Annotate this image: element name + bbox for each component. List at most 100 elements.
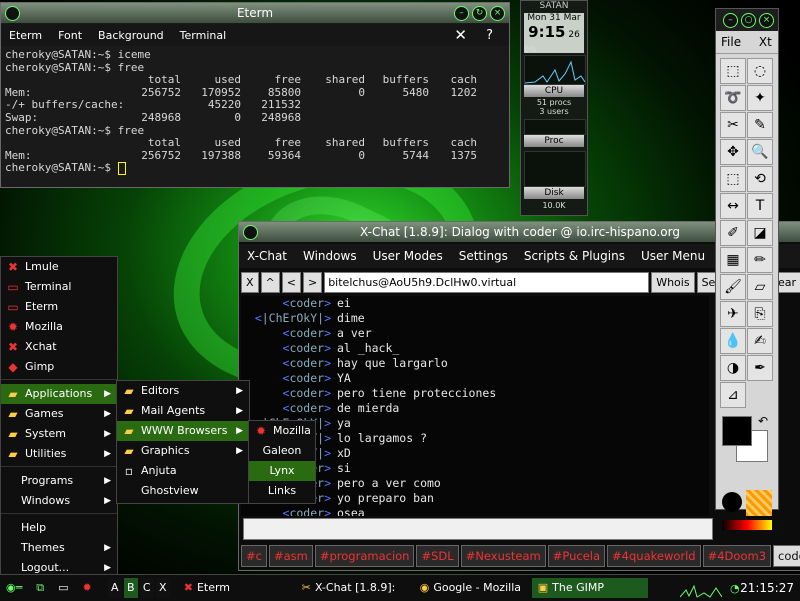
ink-tool-icon[interactable]: ✒	[747, 355, 773, 381]
menu-item-themes[interactable]: Themes ▶	[1, 538, 117, 558]
menu-item[interactable]: ✖ Lmule	[1, 257, 117, 277]
close-icon[interactable]: ✕	[446, 26, 475, 44]
brush-pattern-gradient[interactable]	[720, 490, 774, 530]
maximize-icon[interactable]: ↻	[472, 6, 487, 21]
xchat-menu-windows[interactable]: Windows	[295, 249, 365, 263]
xchat-menu-xchat[interactable]: X-Chat	[239, 249, 295, 263]
maximize-icon[interactable]: ○	[741, 13, 756, 28]
channel-tab[interactable]: #Nexusteam	[460, 545, 546, 567]
browser-item[interactable]: Lynx	[249, 461, 315, 481]
flip-tool-icon[interactable]: ↔	[720, 193, 746, 219]
terminal-output[interactable]: cheroky@SATAN:~$ iceme cheroky@SATAN:~$ f…	[5, 48, 505, 185]
menu-item[interactable]: ◆ Gimp	[1, 357, 117, 377]
channel-tab[interactable]: #programacion	[314, 545, 415, 567]
applications-item[interactable]: Ghostview	[117, 481, 249, 501]
start-button[interactable]: ◉═	[0, 578, 28, 598]
browser-item[interactable]: ✹ Mozilla	[249, 421, 315, 441]
workspace-button[interactable]: A	[107, 578, 122, 598]
eterm-menu-font[interactable]: Font	[50, 29, 90, 42]
task-button[interactable]: ✖ Eterm	[178, 578, 294, 598]
pattern-preview[interactable]	[746, 490, 772, 516]
paintbrush-tool-icon[interactable]: 🖌	[720, 274, 746, 300]
menu-item[interactable]: ✖ Xchat	[1, 337, 117, 357]
cpu-button[interactable]: CPU	[524, 85, 584, 97]
workspace-button[interactable]: C	[139, 578, 154, 598]
close-icon[interactable]: ×	[759, 13, 774, 28]
eterm-window[interactable]: Eterm – ↻ × Eterm Font Background Termin…	[0, 2, 510, 188]
browser-item[interactable]: Galeon	[249, 441, 315, 461]
applications-item[interactable]: ▫ Anjuta	[117, 461, 249, 481]
pencil-tool-icon[interactable]: ✏	[747, 247, 773, 273]
window-menu-icon[interactable]	[5, 6, 20, 21]
task-button[interactable]: ✂ X-Chat [1.8.9]:	[296, 578, 412, 598]
task-button[interactable]: ◉ Google - Mozilla	[414, 578, 530, 598]
terminal-launcher[interactable]: ▭	[52, 578, 74, 598]
menu-item-applications[interactable]: ▰ Applications ▶	[1, 384, 117, 404]
eterm-menu-terminal[interactable]: Terminal	[172, 29, 235, 42]
gradient-preview[interactable]	[722, 520, 772, 530]
crop-tool-icon[interactable]: ⬚	[720, 166, 746, 192]
menu-item-games[interactable]: ▰ Games ▶	[1, 404, 117, 424]
lasso-tool-icon[interactable]: ➰	[720, 85, 746, 111]
measure-tool-icon[interactable]: ⊿	[720, 382, 746, 408]
magic-wand-tool-icon[interactable]: ✦	[747, 85, 773, 111]
zoom-tool-icon[interactable]: 🔍	[747, 139, 773, 165]
gimp-titlebar[interactable]: – ○ ×	[716, 9, 778, 31]
gimp-menu-file[interactable]: File	[721, 35, 741, 49]
menu-item-system[interactable]: ▰ System ▶	[1, 424, 117, 444]
disk-button[interactable]: Disk	[524, 187, 584, 199]
channel-tab[interactable]: #4Doom3	[702, 545, 772, 567]
eterm-menu-background[interactable]: Background	[90, 29, 172, 42]
applications-item[interactable]: ▰ Mail Agents ▶	[117, 401, 249, 421]
gimp-menu-xtns[interactable]: Xt	[759, 35, 772, 49]
mozilla-launcher[interactable]: ✹	[77, 578, 98, 598]
workspace-button[interactable]: X	[155, 578, 170, 598]
foreground-color[interactable]	[722, 416, 752, 446]
dodge-tool-icon[interactable]: ◑	[720, 355, 746, 381]
eterm-menu-eterm[interactable]: Eterm	[1, 29, 50, 42]
swap-colors-icon[interactable]: ↶	[758, 414, 768, 428]
gimp-toolbox[interactable]: – ○ × File Xt ⬚ ◌ ➰ ✦ ✂ ✎ ✥ 🔍 ⬚ ⟲ ↔ T ✐ ◪ ▦ ✏ 🖌 ▱ ✈ ⎘ 💧 ✍ ◑ ✒ ⊿ …	[715, 8, 779, 530]
move-tool-icon[interactable]: ✥	[720, 139, 746, 165]
eraser-tool-icon[interactable]: ▱	[747, 274, 773, 300]
menu-item-programs[interactable]: Programs ▶	[1, 471, 117, 491]
channel-tab[interactable]: coder	[773, 545, 800, 567]
brush-preview[interactable]	[722, 492, 742, 512]
minimize-icon[interactable]: –	[454, 6, 469, 21]
color-selector[interactable]: ↶	[720, 414, 774, 486]
applications-item[interactable]: ▰ Graphics ▶	[117, 441, 249, 461]
close-icon[interactable]: ×	[490, 6, 505, 21]
next-tab-button[interactable]: >	[302, 271, 323, 293]
ellipse-select-tool-icon[interactable]: ◌	[747, 58, 773, 84]
proc-button[interactable]: Proc	[524, 135, 584, 147]
xchat-menu-settings[interactable]: Settings	[451, 249, 516, 263]
xchat-menu-user-modes[interactable]: User Modes	[365, 249, 451, 263]
color-picker-tool-icon[interactable]: ✐	[720, 220, 746, 246]
scissors-tool-icon[interactable]: ✂	[720, 112, 746, 138]
channel-tab[interactable]: #asm	[268, 545, 313, 567]
close-tab-button[interactable]: X	[241, 271, 259, 293]
clone-tool-icon[interactable]: ⎘	[747, 301, 773, 327]
menu-item[interactable]: ▭ Eterm	[1, 297, 117, 317]
rect-select-tool-icon[interactable]: ⬚	[720, 58, 746, 84]
help-icon[interactable]: ?	[478, 28, 501, 43]
transform-tool-icon[interactable]: ⟲	[747, 166, 773, 192]
message-input[interactable]	[243, 518, 713, 540]
menu-item-help[interactable]: Help	[1, 518, 117, 538]
menu-item[interactable]: ▭ Terminal	[1, 277, 117, 297]
menu-item[interactable]: ✹ Mozilla	[1, 317, 117, 337]
minimize-icon[interactable]: –	[723, 13, 738, 28]
gradient-tool-icon[interactable]: ▦	[720, 247, 746, 273]
smudge-tool-icon[interactable]: ✍	[747, 328, 773, 354]
bezier-tool-icon[interactable]: ✎	[747, 112, 773, 138]
xchat-menu-user-menu[interactable]: User Menu	[633, 249, 713, 263]
xchat-menu-scripts[interactable]: Scripts & Plugins	[516, 249, 633, 263]
airbrush-tool-icon[interactable]: ✈	[720, 301, 746, 327]
text-tool-icon[interactable]: T	[747, 193, 773, 219]
detach-button[interactable]: ^	[260, 271, 280, 293]
menu-item-utilities[interactable]: ▰ Utilities ▶	[1, 444, 117, 464]
channel-tab[interactable]: #SDL	[416, 545, 459, 567]
window-menu-icon[interactable]	[243, 225, 258, 240]
channel-tab[interactable]: #4quakeworld	[607, 545, 701, 567]
whois-button[interactable]: Whois	[651, 271, 695, 293]
